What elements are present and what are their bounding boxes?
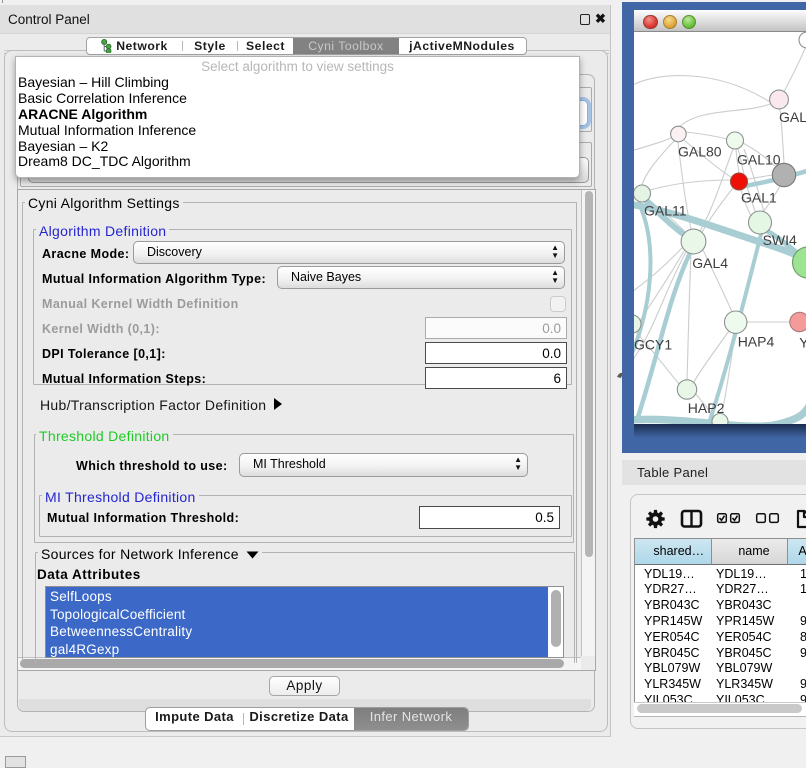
svg-text:GAL10: GAL10: [737, 151, 781, 167]
svg-text:GAL11: GAL11: [644, 202, 687, 218]
svg-text:GAL1: GAL1: [741, 189, 777, 205]
svg-text:Y: Y: [799, 334, 806, 350]
svg-text:GAL4: GAL4: [692, 254, 728, 270]
svg-text:GCY1: GCY1: [634, 336, 672, 352]
svg-text:GAL80: GAL80: [678, 143, 722, 159]
svg-text:HAP4: HAP4: [738, 333, 775, 349]
svg-text:GAL2: GAL2: [779, 109, 806, 125]
svg-text:SWI4: SWI4: [763, 232, 797, 248]
svg-text:HAP2: HAP2: [688, 400, 725, 416]
